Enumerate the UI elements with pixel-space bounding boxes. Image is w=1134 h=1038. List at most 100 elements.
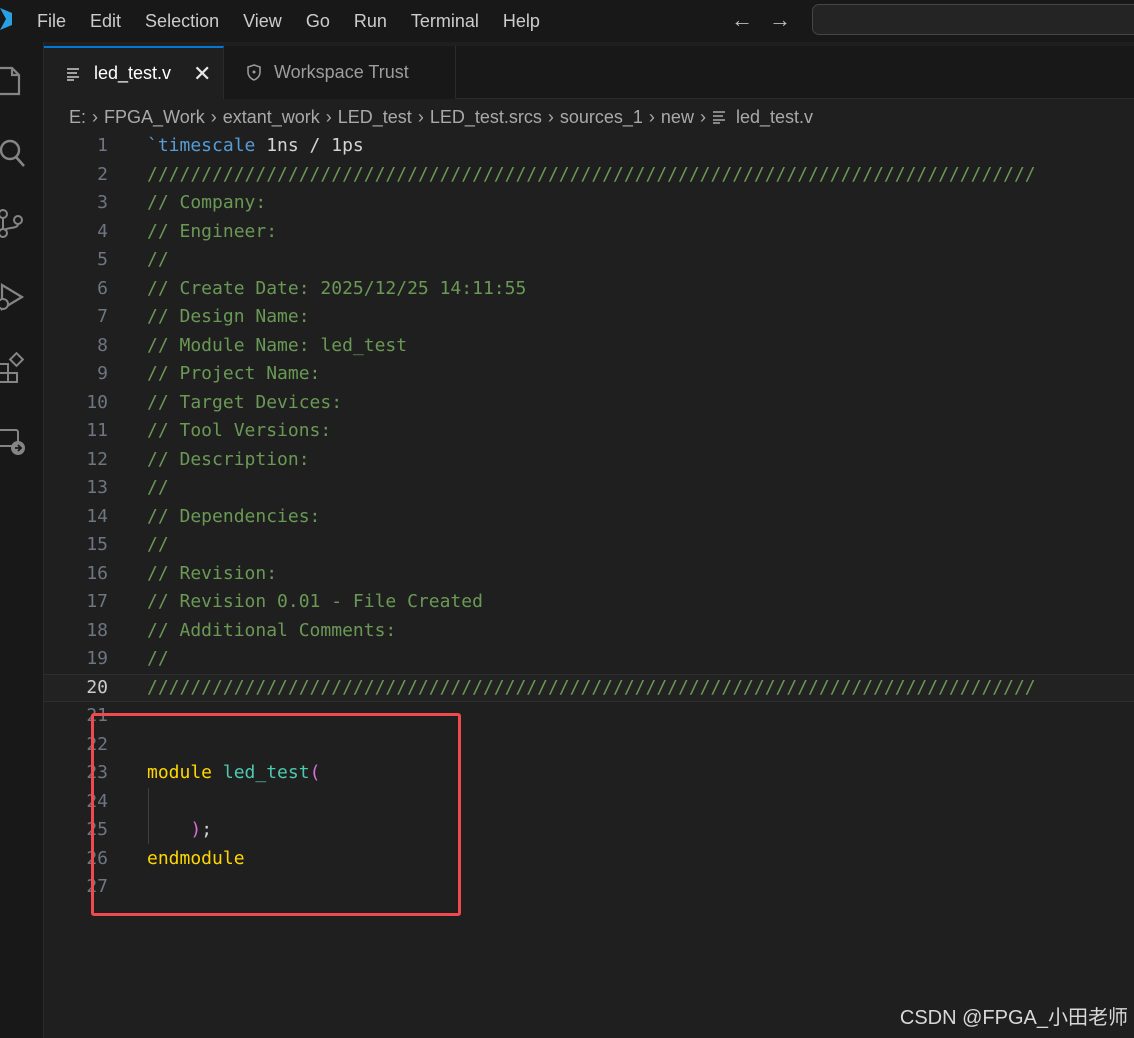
- line-number: 14: [86, 505, 108, 527]
- extensions-icon[interactable]: [0, 351, 28, 386]
- code-token: // Additional Comments:: [147, 619, 397, 641]
- code-text: // Design Name:: [147, 303, 320, 332]
- menu-bar: File Edit Selection View Go Run Terminal…: [25, 0, 552, 42]
- code-line[interactable]: 8 // Module Name: led_test: [44, 332, 1134, 361]
- code-token: //: [147, 534, 180, 555]
- title-bar: File Edit Selection View Go Run Terminal…: [0, 0, 1134, 42]
- code-text: // Target Devices:: [147, 389, 353, 418]
- tab-led-test-v[interactable]: led_test.v ✕: [44, 46, 224, 99]
- code-token: // Revision:: [147, 562, 278, 584]
- breadcrumb-item[interactable]: sources_1: [560, 107, 643, 128]
- run-debug-icon[interactable]: [0, 280, 28, 314]
- remote-explorer-icon[interactable]: [0, 424, 28, 458]
- menu-run[interactable]: Run: [342, 0, 399, 42]
- menu-selection[interactable]: Selection: [133, 0, 231, 42]
- code-line[interactable]: 11 // Tool Versions:: [44, 417, 1134, 446]
- code-text: // Project Name:: [147, 360, 331, 389]
- menu-go[interactable]: Go: [294, 0, 342, 42]
- line-number: 11: [86, 420, 108, 441]
- code-line[interactable]: 6 // Create Date: 2025/12/25 14:11:55: [44, 275, 1134, 304]
- code-line[interactable]: 13 //: [44, 474, 1134, 503]
- line-number: 17: [86, 591, 108, 612]
- tab-label: led_test.v: [94, 63, 172, 83]
- code-text: ////////////////////////////////////////…: [147, 675, 1036, 702]
- arrow-left-icon[interactable]: ←: [731, 6, 753, 34]
- source-control-icon[interactable]: [0, 206, 28, 240]
- code-text: `timescale 1ns / 1ps: [147, 132, 364, 161]
- menu-terminal[interactable]: Terminal: [399, 0, 491, 42]
- code-token: // Description:: [147, 448, 321, 470]
- code-token: // Tool Versions:: [147, 420, 343, 441]
- code-line[interactable]: 5 //: [44, 246, 1134, 275]
- line-number: 2: [97, 163, 108, 185]
- menu-view[interactable]: View: [231, 0, 294, 42]
- chevron-right-icon: ›: [325, 106, 332, 127]
- breadcrumb-item[interactable]: new: [661, 107, 694, 128]
- menu-help[interactable]: Help: [491, 0, 552, 42]
- arrow-right-icon[interactable]: →: [769, 6, 791, 34]
- command-center-search[interactable]: [812, 4, 1134, 35]
- close-icon[interactable]: ✕: [193, 61, 211, 87]
- editor-tab-bar: led_test.v ✕ Workspace Trust: [44, 46, 1134, 99]
- code-text: // Description:: [147, 446, 320, 475]
- menu-edit[interactable]: Edit: [78, 0, 133, 42]
- line-number: 13: [86, 477, 108, 498]
- chevron-right-icon: ›: [417, 106, 424, 127]
- code-line[interactable]: 3 // Company:: [44, 189, 1134, 218]
- line-number: 20: [86, 676, 108, 698]
- code-text: //: [147, 645, 180, 674]
- code-text: // Module Name: led_test: [147, 332, 407, 361]
- code-text: // Additional Comments:: [147, 617, 396, 646]
- explorer-icon[interactable]: [0, 64, 28, 98]
- shield-icon: [246, 64, 264, 81]
- code-line[interactable]: 7 // Design Name:: [44, 303, 1134, 332]
- code-line[interactable]: 2 ///////////////////////////////////////…: [44, 161, 1134, 190]
- code-token: //: [147, 249, 180, 270]
- code-line[interactable]: 19 //: [44, 645, 1134, 674]
- vscode-logo-icon: [0, 8, 12, 30]
- code-token: `timescale: [147, 135, 256, 156]
- code-line[interactable]: 1 `timescale 1ns / 1ps: [44, 132, 1134, 161]
- annotation-highlight-box: [91, 713, 461, 916]
- line-number: 18: [86, 619, 108, 641]
- line-number: 12: [86, 448, 108, 470]
- code-token: // Revision 0.01 - File Created: [147, 591, 483, 612]
- file-lines-icon: [66, 67, 84, 81]
- code-text: //: [147, 246, 180, 275]
- line-number: 4: [97, 220, 108, 242]
- code-line[interactable]: 18 // Additional Comments:: [44, 617, 1134, 646]
- chevron-right-icon: ›: [210, 106, 217, 127]
- code-token: 1ns / 1ps: [255, 135, 364, 156]
- code-text: // Dependencies:: [147, 503, 331, 532]
- code-text: //: [147, 531, 180, 560]
- code-line[interactable]: 10 // Target Devices:: [44, 389, 1134, 418]
- breadcrumb-item[interactable]: LED_test.srcs: [430, 107, 542, 128]
- search-icon[interactable]: [0, 136, 28, 170]
- code-line[interactable]: 14 // Dependencies:: [44, 503, 1134, 532]
- code-line[interactable]: 4 // Engineer:: [44, 218, 1134, 247]
- code-token: ////////////////////////////////////////…: [147, 676, 1036, 698]
- breadcrumb-item[interactable]: E:: [69, 107, 86, 128]
- breadcrumb-item-file[interactable]: led_test.v: [736, 107, 813, 128]
- code-text: //: [147, 474, 180, 503]
- line-number: 9: [97, 363, 108, 384]
- tab-workspace-trust[interactable]: Workspace Trust: [224, 46, 456, 99]
- chevron-right-icon: ›: [699, 106, 706, 127]
- breadcrumb-item[interactable]: extant_work: [223, 107, 320, 128]
- breadcrumb-item[interactable]: LED_test: [338, 107, 412, 128]
- code-token: // Project Name:: [147, 363, 332, 384]
- file-lines-icon: [712, 110, 728, 124]
- line-number: 15: [86, 534, 108, 555]
- code-line[interactable]: 9 // Project Name:: [44, 360, 1134, 389]
- activity-bar: [0, 42, 44, 1038]
- menu-file[interactable]: File: [25, 0, 78, 42]
- code-text: // Engineer:: [147, 218, 288, 247]
- code-line[interactable]: 17 // Revision 0.01 - File Created: [44, 588, 1134, 617]
- code-token: //: [147, 648, 180, 669]
- line-number: 7: [97, 306, 108, 327]
- code-line[interactable]: 16 // Revision:: [44, 560, 1134, 589]
- code-line[interactable]: 20 //////////////////////////////////////…: [44, 673, 1134, 702]
- code-line[interactable]: 12 // Description:: [44, 446, 1134, 475]
- breadcrumb-item[interactable]: FPGA_Work: [104, 107, 205, 128]
- code-line[interactable]: 15 //: [44, 531, 1134, 560]
